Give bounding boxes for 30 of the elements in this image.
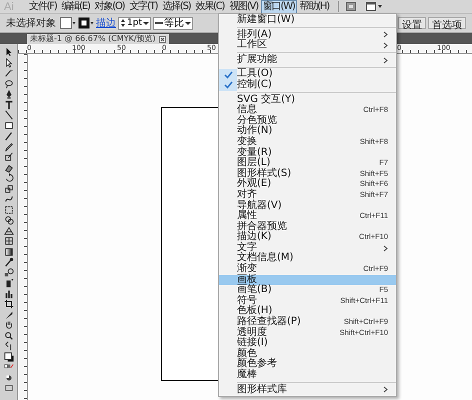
menu-item[interactable]: 控制(C) xyxy=(219,80,396,91)
menu-item[interactable]: 编辑(E) xyxy=(60,0,92,14)
menu-item[interactable]: 窗口(W) xyxy=(260,0,297,14)
menu-item[interactable]: 扩展功能 xyxy=(219,54,396,66)
menu-item[interactable]: 分色预览 xyxy=(219,116,396,126)
menu-item[interactable]: 效果(C) xyxy=(193,0,226,14)
menu-item[interactable]: 魔棒 xyxy=(219,370,396,381)
menu-item[interactable]: 画板 xyxy=(219,274,396,286)
menu-item[interactable]: 变量(R) xyxy=(219,148,396,158)
menu-item[interactable]: 动作(N) xyxy=(219,126,396,137)
menu-item[interactable]: 排列(A) xyxy=(219,30,396,40)
menu-item[interactable]: 视图(V) xyxy=(227,0,260,14)
selection-status: 未选择对象 xyxy=(6,16,56,30)
document-setup-button[interactable]: 设置 xyxy=(398,17,426,29)
menu-item[interactable]: 帮助(H) xyxy=(298,0,331,14)
menu-item[interactable]: 文件(F) xyxy=(27,0,59,14)
menu-item[interactable]: 对象(O) xyxy=(92,0,126,14)
menu-item[interactable]: 文字(T) xyxy=(127,0,160,14)
menu-item[interactable]: 工具(O) xyxy=(219,69,396,80)
menu-item[interactable]: 工作区 xyxy=(219,40,396,51)
menu-item[interactable]: 颜色参考 xyxy=(219,359,396,370)
menu-item[interactable]: SVG 交互(Y) xyxy=(219,94,396,106)
menu-item[interactable]: 选择(S) xyxy=(160,0,192,14)
stroke-profile-dropdown[interactable]: 等比 xyxy=(152,16,193,30)
preferences-button[interactable]: 首选项 xyxy=(428,17,466,29)
menu-item[interactable]: 图形样式库 xyxy=(219,384,396,396)
menu-item[interactable]: 链接(I) xyxy=(219,338,396,349)
stroke-weight-field[interactable]: 1pt xyxy=(118,16,151,30)
menu-item[interactable]: 新建窗口(W) xyxy=(219,15,396,26)
stroke-link[interactable]: 描边 xyxy=(96,16,116,30)
